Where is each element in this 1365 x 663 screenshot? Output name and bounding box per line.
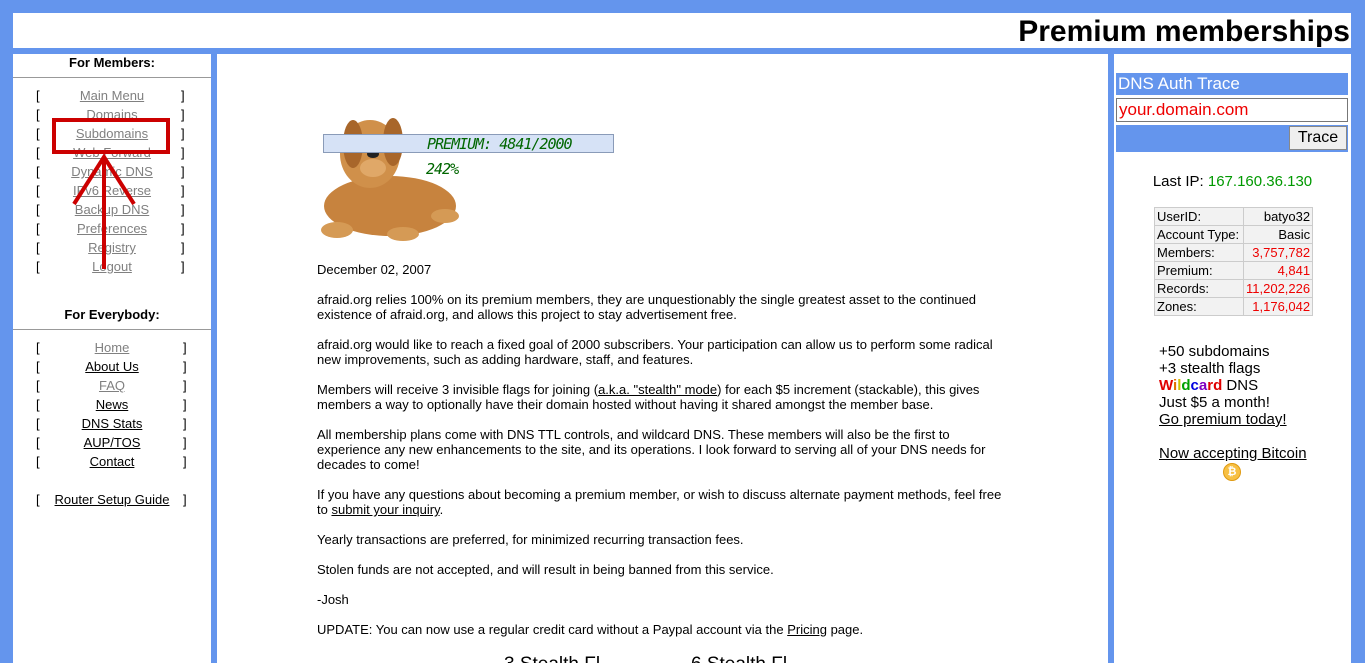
text: UPDATE: You can now use a regular credit… [317,622,788,637]
paragraph-2: afraid.org would like to reach a fixed g… [317,337,993,367]
wildcard-letter: a [1198,377,1208,394]
last-ip: Last IP: 167.160.36.130 [1114,173,1351,190]
stat-value: 3,757,782 [1242,243,1314,262]
left-sidebar: For Members: [Main Menu][Domains][Subdom… [13,54,211,663]
main-content: PREMIUM: 4841/2000 242% December 02, 200… [217,54,1108,663]
bitcoin-link[interactable]: Now accepting Bitcoin [1159,445,1307,462]
domain-input[interactable] [1116,98,1348,122]
nav-link-faq[interactable]: FAQ [13,378,211,393]
promo-line-wildcard: Wildcard DNS [1159,377,1258,394]
wildcard-letter: W [1159,377,1174,394]
paragraph-6: Yearly transactions are preferred, for m… [317,532,744,547]
annotation-highlight-box [52,118,170,154]
wildcard-letter: d [1181,377,1191,394]
dns-trace-bar: Trace [1116,125,1348,152]
paragraph-1: afraid.org relies 100% on its premium me… [317,292,977,322]
nav-row-aup-tos: [AUP/TOS] [13,435,211,454]
everybody-section-title: For Everybody: [64,307,160,322]
nav-link-dns-stats[interactable]: DNS Stats [13,416,211,431]
text: Members will receive 3 invisible flags f… [317,382,599,397]
stats-row: Premium: 4,841 [1154,261,1314,280]
news-date: December 02, 2007 [317,262,432,277]
bracket-right: ] [183,359,187,374]
promo-line-price: Just $5 a month! [1159,394,1270,411]
nav-row-home: [Home] [13,340,211,359]
paragraph-4: All membership plans come with DNS TTL c… [317,427,986,472]
paragraph-5: If you have any questions about becoming… [317,487,1007,517]
promo-link-line: Go premium today! [1159,411,1287,428]
bracket-right: ] [183,340,187,355]
stat-label: UserID: [1154,207,1244,226]
bracket-right: ] [183,397,187,412]
nav-link-about-us[interactable]: About Us [13,359,211,374]
pricing-link[interactable]: Pricing [787,622,827,637]
wildcard-letter: c [1190,377,1199,394]
stat-label: Account Type: [1154,225,1244,244]
paragraph-7: Stolen funds are not accepted, and will … [317,562,774,577]
wildcard-rainbow-text: Wildcard [1159,377,1222,394]
trace-button[interactable]: Trace [1289,126,1347,150]
text: page. [826,622,864,637]
nav-row-news: [News] [13,397,211,416]
signature: -Josh [317,592,349,607]
bracket-right: ] [183,454,187,469]
premium-progress-text: PREMIUM: 4841/2000 [427,135,573,153]
page-header: Premium memberships [13,13,1351,48]
router-setup-link[interactable]: Router Setup Guide [13,492,211,507]
bitcoin-line: Now accepting Bitcoin [1159,445,1307,462]
bitcoin-icon: ₿ [1223,463,1241,481]
stats-row: Members: 3,757,782 [1154,243,1314,262]
nav-row-dns-stats: [DNS Stats] [13,416,211,435]
dns-trace-widget: DNS Auth Trace Trace [1116,73,1348,152]
stats-row: Records: 11,202,226 [1154,279,1314,298]
stats-row: UserID: batyo32 [1154,207,1314,226]
text: . [439,502,444,517]
nav-row-contact: [Contact] [13,454,211,473]
wildcard-letter: d [1213,377,1223,394]
bracket-right: ] [183,378,187,393]
stealth-mode-link[interactable]: a.k.a. "stealth" mode [598,382,717,397]
nav-link-home[interactable]: Home [13,340,211,355]
promo-line-stealth: +3 stealth flags [1159,360,1261,377]
page-title: Premium memberships [1018,15,1350,48]
nav-row-faq: [FAQ] [13,378,211,397]
stat-value: 4,841 [1242,261,1314,280]
divider [13,329,211,330]
stat-label: Premium: [1154,261,1244,280]
stat-value: 11,202,226 [1242,279,1314,298]
paragraph-3: Members will receive 3 invisible flags f… [317,382,1007,412]
stealth-flags-plan-3: 3 Stealth Fl [504,654,600,663]
bracket-right: ] [183,435,187,450]
stats-row: Account Type: Basic [1154,225,1314,244]
stat-value: Basic [1242,225,1314,244]
stat-label: Members: [1154,243,1244,262]
premium-percent: 242% [426,160,459,178]
dns-trace-title: DNS Auth Trace [1116,73,1348,95]
bracket-right: ] [183,492,187,507]
stats-row: Zones: 1,176,042 [1154,297,1314,316]
nav-link-aup-tos[interactable]: AUP/TOS [13,435,211,450]
last-ip-value: 167.160.36.130 [1207,173,1313,190]
annotation-arrow-overlay [52,118,170,269]
stealth-flags-plan-6: 6 Stealth Fl [691,654,787,663]
stats-table: UserID: batyo32 Account Type: Basic Members:… [1154,207,1314,316]
nav-link-news[interactable]: News [13,397,211,412]
last-ip-label: Last IP: [1152,173,1204,190]
right-sidebar: DNS Auth Trace Trace Last IP: 167.160.36… [1114,54,1351,663]
nav-row-about-us: [About Us] [13,359,211,378]
nav-link-contact[interactable]: Contact [13,454,211,469]
stat-label: Zones: [1154,297,1244,316]
bracket-right: ] [183,416,187,431]
submit-inquiry-link[interactable]: submit your inquiry [331,502,439,517]
update-note: UPDATE: You can now use a regular credit… [317,622,1007,637]
nav-row-router-setup: [ Router Setup Guide ] [13,492,211,511]
go-premium-link[interactable]: Go premium today! [1159,411,1287,428]
stat-value: 1,176,042 [1242,297,1314,316]
premium-progress-bar: PREMIUM: 4841/2000 [323,134,614,153]
stat-label: Records: [1154,279,1244,298]
promo-line-subdomains: +50 subdomains [1159,343,1270,360]
stat-value: batyo32 [1242,207,1314,226]
text: DNS [1222,377,1259,394]
